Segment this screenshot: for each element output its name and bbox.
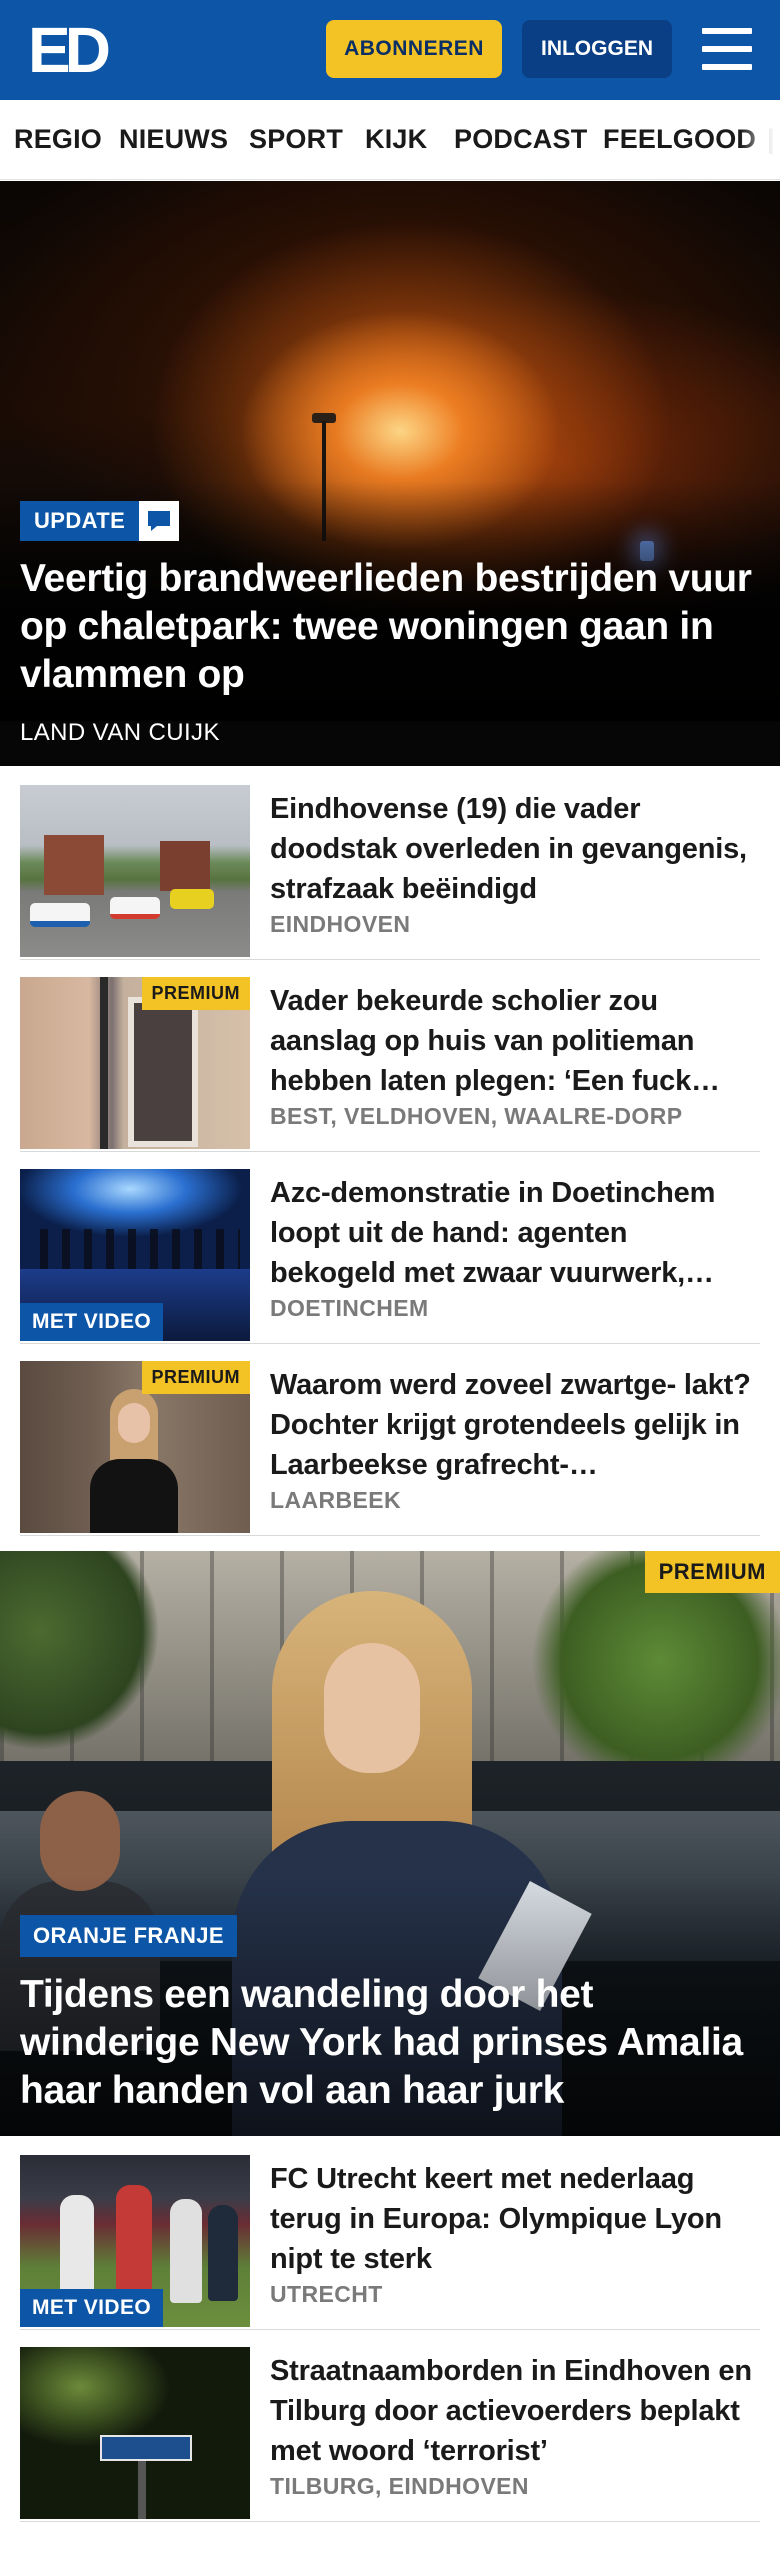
hero-article-amalia[interactable]: PREMIUM ORANJE FRANJE Tijdens een wandel… — [0, 1551, 780, 2136]
list-item[interactable]: PREMIUM Waarom werd zoveel zwartge- lakt… — [20, 1361, 760, 1536]
login-button[interactable]: INLOGGEN — [522, 20, 672, 78]
premium-badge: PREMIUM — [644, 1551, 780, 1593]
video-badge: MET VIDEO — [20, 2289, 164, 2327]
nav-item-kijk[interactable]: KIJK — [365, 124, 427, 155]
list-item[interactable]: Eindhovense (19) die vader doodstak over… — [20, 785, 760, 960]
update-badge-label: UPDATE — [20, 501, 140, 541]
nav-item-feelgood[interactable]: FEELGOOD — [603, 124, 756, 155]
nav-item-sport[interactable]: SPORT — [249, 124, 343, 155]
nav-item-regio[interactable]: REGIO — [14, 124, 102, 155]
article-title[interactable]: FC Utrecht keert met nederlaag terug in … — [270, 2159, 760, 2279]
list-item[interactable]: Straatnaamborden in Eindhoven en Tilburg… — [20, 2347, 760, 2522]
article-thumbnail — [20, 2347, 250, 2519]
premium-badge: PREMIUM — [141, 1361, 250, 1394]
category-badge: ORANJE FRANJE — [20, 1915, 238, 1957]
video-badge: MET VIDEO — [20, 1303, 164, 1341]
premium-badge: PREMIUM — [141, 977, 250, 1010]
article-thumbnail: MET VIDEO — [20, 1169, 250, 1341]
tree-left — [0, 1551, 160, 1751]
article-location: UTRECHT — [270, 2281, 383, 2307]
update-badge: UPDATE — [20, 501, 180, 541]
article-location: TILBURG, EINDHOVEN — [270, 2473, 529, 2499]
top-header: ED ABONNEREN INLOGGEN — [0, 0, 780, 100]
article-thumbnail: MET VIDEO — [20, 2155, 250, 2327]
article-thumbnail: PREMIUM — [20, 977, 250, 1149]
nav-fade — [740, 100, 780, 179]
nav-item-podcast[interactable]: PODCAST — [454, 124, 587, 155]
article-title[interactable]: Vader bekeurde scholier zou aanslag op h… — [270, 981, 760, 1101]
subscribe-button[interactable]: ABONNEREN — [326, 20, 502, 78]
hero-title[interactable]: Veertig brandweerlieden bestrijden vuur … — [20, 555, 760, 699]
article-thumbnail: PREMIUM — [20, 1361, 250, 1533]
article-title[interactable]: Eindhovense (19) die vader doodstak over… — [270, 789, 760, 909]
list-item[interactable]: PREMIUM Vader bekeurde scholier zou aans… — [20, 977, 760, 1152]
ed-logo[interactable]: ED — [28, 14, 111, 86]
list-item[interactable]: MET VIDEO Azc-demonstratie in Doetinchem… — [20, 1169, 760, 1344]
section-nav: REGIO NIEUWS SPORT KIJK PODCAST FEELGOOD… — [0, 100, 780, 180]
list-item[interactable]: MET VIDEO FC Utrecht keert met nederlaag… — [20, 2155, 760, 2330]
article-title[interactable]: Waarom werd zoveel zwartge- lakt? Dochte… — [270, 1365, 760, 1485]
hamburger-menu-icon[interactable] — [700, 26, 754, 72]
logo-text: ED — [28, 14, 111, 86]
article-location: DOETINCHEM — [270, 1295, 429, 1321]
nav-item-nieuws[interactable]: NIEUWS — [119, 124, 228, 155]
comment-icon — [139, 501, 180, 541]
article-location: EINDHOVEN — [270, 911, 411, 937]
article-location: BEST, VELDHOVEN, WAALRE-DORP — [270, 1103, 683, 1129]
hero-location: LAND VAN CUIJK — [20, 719, 220, 746]
article-title[interactable]: Straatnaamborden in Eindhoven en Tilburg… — [270, 2351, 760, 2471]
hero-article-fire[interactable]: UPDATE Veertig brandweerlieden bestrijde… — [0, 181, 780, 766]
article-thumbnail — [20, 785, 250, 957]
hero-title[interactable]: Tijdens een wandeling door het winderige… — [20, 1971, 765, 2115]
article-location: LAARBEEK — [270, 1487, 401, 1513]
article-title[interactable]: Azc-demonstratie in Doetinchem loopt uit… — [270, 1173, 760, 1293]
